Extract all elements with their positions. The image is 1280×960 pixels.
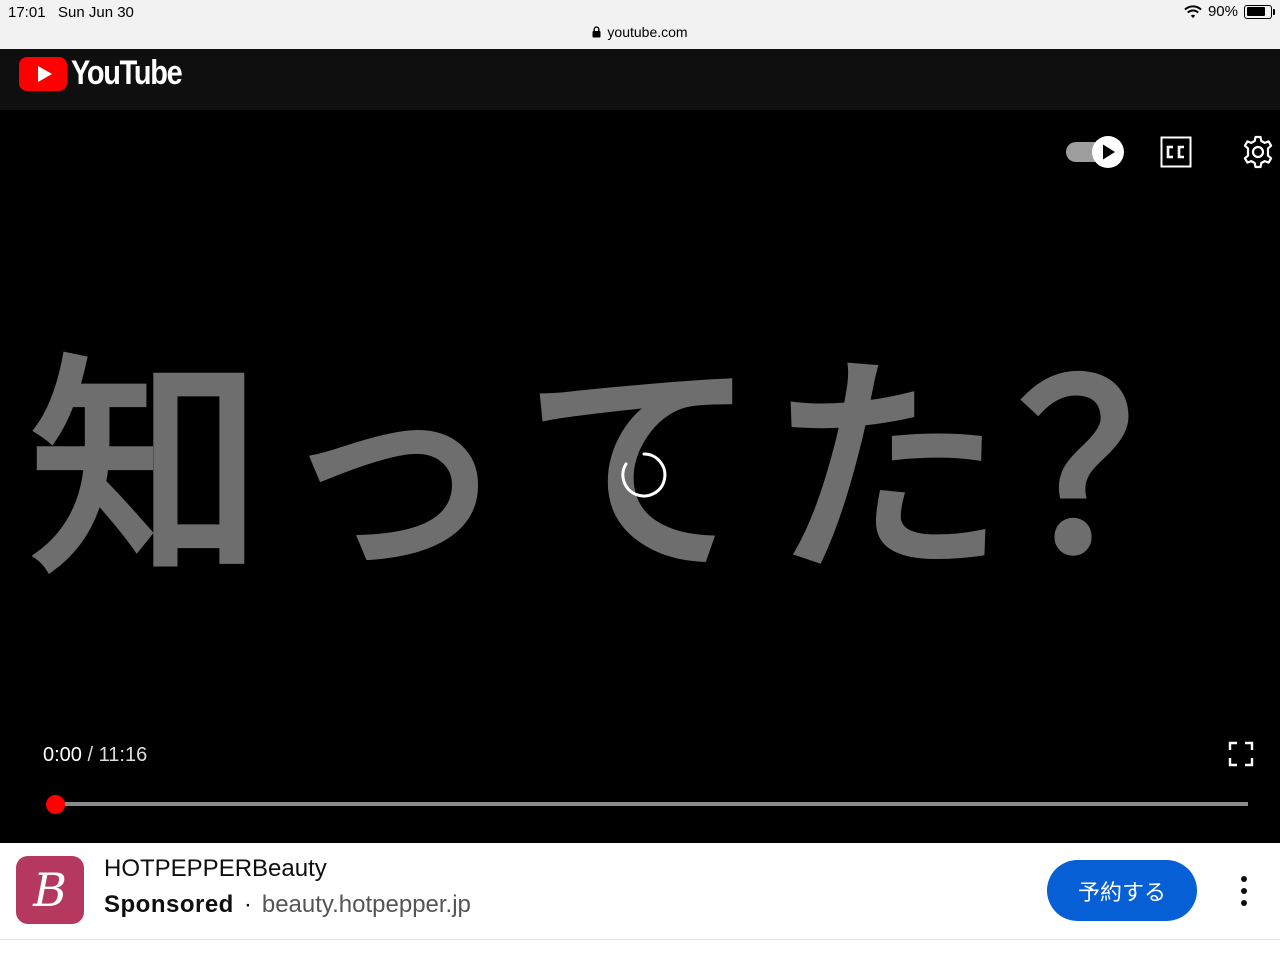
url-text: youtube.com: [607, 24, 688, 40]
address-bar[interactable]: youtube.com: [0, 24, 1280, 40]
status-time: 17:01: [8, 4, 46, 21]
captions-button[interactable]: [1160, 136, 1192, 168]
autoplay-toggle[interactable]: [1066, 136, 1126, 168]
video-duration: 11:16: [98, 744, 148, 766]
status-indicators: 90%: [1184, 3, 1275, 20]
ad-domain: beauty.hotpepper.jp: [261, 891, 471, 918]
advertiser-logo[interactable]: B: [16, 856, 84, 924]
wifi-icon: [1184, 4, 1202, 18]
status-bar: 17:01 Sun Jun 30 90% youtube.com: [0, 0, 1280, 49]
time-display: 0:00 / 11:16: [43, 744, 147, 767]
battery-icon: [1244, 4, 1275, 19]
progress-scrubber[interactable]: [46, 795, 65, 814]
fullscreen-button[interactable]: [1228, 741, 1254, 767]
ad-banner[interactable]: B HOTPEPPERBeauty Sponsored · beauty.hot…: [0, 843, 1280, 940]
video-char: た: [770, 333, 1003, 606]
video-player[interactable]: 知 っ て た ？ 0:00 / 11:16: [0, 110, 1280, 843]
status-date: Sun Jun 30: [58, 4, 134, 21]
video-char: っ: [276, 333, 509, 606]
captions-icon: [1160, 136, 1192, 168]
youtube-wordmark: YouTube: [71, 54, 183, 92]
ad-title[interactable]: HOTPEPPERBeauty: [104, 855, 327, 883]
sponsored-label: Sponsored: [104, 891, 234, 918]
more-options-button[interactable]: [1232, 871, 1256, 911]
current-time: 0:00: [43, 744, 82, 766]
ad-meta: Sponsored · beauty.hotpepper.jp: [104, 891, 471, 919]
meta-separator: ·: [243, 891, 252, 918]
reserve-button[interactable]: 予約する: [1047, 860, 1197, 921]
lock-icon: [592, 26, 601, 38]
more-vertical-icon: [1241, 876, 1247, 906]
youtube-logo[interactable]: YouTube: [19, 54, 201, 93]
progress-bar[interactable]: [56, 802, 1248, 806]
battery-percentage: 90%: [1207, 3, 1238, 20]
gear-icon: [1243, 135, 1273, 169]
settings-button[interactable]: [1240, 134, 1276, 170]
video-char: 知: [30, 333, 263, 606]
fullscreen-icon: [1228, 741, 1254, 767]
time-separator: /: [87, 744, 94, 766]
youtube-header: YouTube: [0, 49, 1280, 110]
youtube-play-logo-icon: [19, 56, 67, 91]
advertiser-logo-letter: B: [33, 863, 67, 917]
video-char: ？: [1017, 333, 1250, 606]
loading-spinner-icon: [621, 452, 667, 498]
